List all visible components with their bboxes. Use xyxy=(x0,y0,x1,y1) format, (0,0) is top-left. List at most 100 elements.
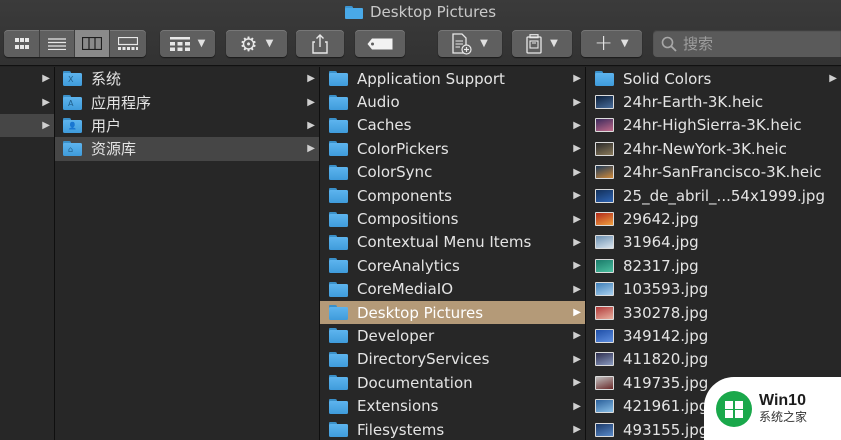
watermark-logo: Win10 系统之家 xyxy=(704,377,841,440)
disclosure-arrow-icon: ▶ xyxy=(307,143,315,155)
view-mode-segmented-control[interactable] xyxy=(4,30,146,57)
list-item[interactable]: Compositions ▶ xyxy=(320,207,585,230)
share-button[interactable] xyxy=(296,30,344,57)
list-item[interactable]: ColorPickers ▶ xyxy=(320,137,585,160)
columns-icon xyxy=(82,37,102,50)
image-thumbnail-icon xyxy=(595,352,614,367)
list-item-library[interactable]: ⌂ 资源库 ▶ xyxy=(55,137,319,161)
window-toolbar: Desktop Pictures ▼ ⚙ ▼ ▼ ▼ + ▼ 搜索 xyxy=(0,0,841,66)
new-file-button[interactable]: ▼ xyxy=(438,30,502,57)
list-item[interactable]: 24hr-SanFrancisco-3K.heic xyxy=(586,161,841,184)
list-item[interactable]: Components ▶ xyxy=(320,184,585,207)
list-item[interactable]: CoreMediaIO ▶ xyxy=(320,278,585,301)
list-item-users[interactable]: 👤 用户 ▶ xyxy=(55,114,319,137)
view-gallery-button[interactable] xyxy=(110,30,145,57)
window-title: Desktop Pictures xyxy=(0,2,841,22)
folder-icon xyxy=(329,164,348,180)
chevron-down-icon: ▼ xyxy=(620,38,629,49)
list-item[interactable]: Extensions ▶ xyxy=(320,394,585,417)
image-thumbnail-icon xyxy=(595,188,614,203)
list-item[interactable]: Caches ▶ xyxy=(320,114,585,137)
share-icon xyxy=(312,33,328,54)
item-label: 24hr-SanFrancisco-3K.heic xyxy=(623,163,822,182)
image-thumbnail-icon xyxy=(595,258,614,273)
disclosure-arrow-icon: ▶ xyxy=(573,236,581,248)
list-item[interactable]: 349142.jpg xyxy=(586,324,841,347)
item-label: 资源库 xyxy=(91,140,137,159)
column-library[interactable]: Application Support ▶ Audio ▶ Caches ▶ ColorPi… xyxy=(320,67,586,440)
disclosure-arrow-icon: ▶ xyxy=(573,283,581,295)
list-item[interactable]: Desktop Pictures ▶ xyxy=(320,300,585,325)
list-item[interactable]: Documentation ▶ xyxy=(320,371,585,394)
applications-folder-icon: A xyxy=(63,94,82,110)
list-item[interactable]: 411820.jpg xyxy=(586,348,841,371)
list-item[interactable]: Audio ▶ xyxy=(320,90,585,113)
disclosure-arrow-icon: ▶ xyxy=(573,330,581,342)
item-label: Caches xyxy=(357,116,412,135)
list-item-system[interactable]: X 系统 ▶ xyxy=(55,67,319,90)
search-input[interactable] xyxy=(683,34,833,53)
list-item[interactable]: ▶ xyxy=(0,90,54,113)
item-label: 103593.jpg xyxy=(623,280,709,299)
list-item[interactable]: 24hr-Earth-3K.heic xyxy=(586,90,841,113)
disclosure-arrow-icon: ▶ xyxy=(42,96,50,108)
chevron-down-icon: ▼ xyxy=(197,38,206,49)
list-item[interactable]: Contextual Menu Items ▶ xyxy=(320,231,585,254)
list-item[interactable]: 24hr-HighSierra-3K.heic xyxy=(586,114,841,137)
folder-icon xyxy=(329,211,348,227)
trash-button[interactable]: ▼ xyxy=(512,30,572,57)
list-item[interactable]: 31964.jpg xyxy=(586,231,841,254)
list-item[interactable]: Filesystems ▶ xyxy=(320,418,585,440)
edit-tags-button[interactable] xyxy=(355,30,405,57)
list-item[interactable]: 103593.jpg xyxy=(586,278,841,301)
list-item[interactable]: 29642.jpg xyxy=(586,207,841,230)
disclosure-arrow-icon: ▶ xyxy=(573,353,581,365)
list-item[interactable]: 82317.jpg xyxy=(586,254,841,277)
list-item[interactable]: DirectoryServices ▶ xyxy=(320,348,585,371)
item-label: 24hr-Earth-3K.heic xyxy=(623,93,764,112)
list-item[interactable]: 24hr-NewYork-3K.heic xyxy=(586,137,841,160)
view-list-button[interactable] xyxy=(40,30,75,57)
folder-icon xyxy=(329,94,348,110)
list-item[interactable]: ColorSync ▶ xyxy=(320,161,585,184)
list-item[interactable]: 25_de_abril_...54x1999.jpg xyxy=(586,184,841,207)
item-label: 82317.jpg xyxy=(623,256,699,275)
image-thumbnail-icon xyxy=(595,422,614,437)
column-volume[interactable]: X 系统 ▶ A 应用程序 ▶ 👤 用户 ▶ ⌂ 资源库 ▶ xyxy=(55,67,320,440)
list-item[interactable]: ▶ xyxy=(0,113,54,138)
list-item[interactable]: Solid Colors ▶ xyxy=(586,67,841,90)
system-folder-icon: X xyxy=(63,71,82,87)
item-label: 411820.jpg xyxy=(623,350,709,369)
search-field[interactable] xyxy=(653,30,841,57)
list-icon xyxy=(48,37,66,50)
image-thumbnail-icon xyxy=(595,212,614,227)
group-by-button[interactable]: ▼ xyxy=(160,30,215,57)
view-columns-button[interactable] xyxy=(75,30,110,57)
list-item[interactable]: Developer ▶ xyxy=(320,324,585,347)
folder-badge-icon: ⌂ xyxy=(68,145,74,155)
list-item[interactable]: Application Support ▶ xyxy=(320,67,585,90)
disclosure-arrow-icon: ▶ xyxy=(573,377,581,389)
watermark-title: Win10 xyxy=(759,392,806,410)
folder-badge-icon: X xyxy=(68,75,74,85)
list-item[interactable]: 330278.jpg xyxy=(586,301,841,324)
item-label: DirectoryServices xyxy=(357,350,490,369)
watermark-subtitle: 系统之家 xyxy=(759,409,808,424)
list-item[interactable]: CoreAnalytics ▶ xyxy=(320,254,585,277)
image-thumbnail-icon xyxy=(595,235,614,250)
column-root[interactable]: ▶ ▶ ▶ xyxy=(0,67,55,440)
item-label: 24hr-NewYork-3K.heic xyxy=(623,139,787,158)
list-item[interactable]: ▶ xyxy=(0,67,54,90)
chevron-down-icon: ▼ xyxy=(480,38,488,49)
folder-icon xyxy=(329,141,348,157)
item-label: Contextual Menu Items xyxy=(357,233,532,252)
action-menu-button[interactable]: ⚙ ▼ xyxy=(226,30,287,57)
folder-icon xyxy=(329,71,348,87)
disclosure-arrow-icon: ▶ xyxy=(573,424,581,436)
list-item-applications[interactable]: A 应用程序 ▶ xyxy=(55,90,319,113)
add-button[interactable]: + ▼ xyxy=(581,30,642,57)
folder-icon xyxy=(329,234,348,250)
view-icons-button[interactable] xyxy=(5,30,40,57)
folder-badge-icon: 👤 xyxy=(68,121,77,130)
folder-icon xyxy=(329,258,348,274)
